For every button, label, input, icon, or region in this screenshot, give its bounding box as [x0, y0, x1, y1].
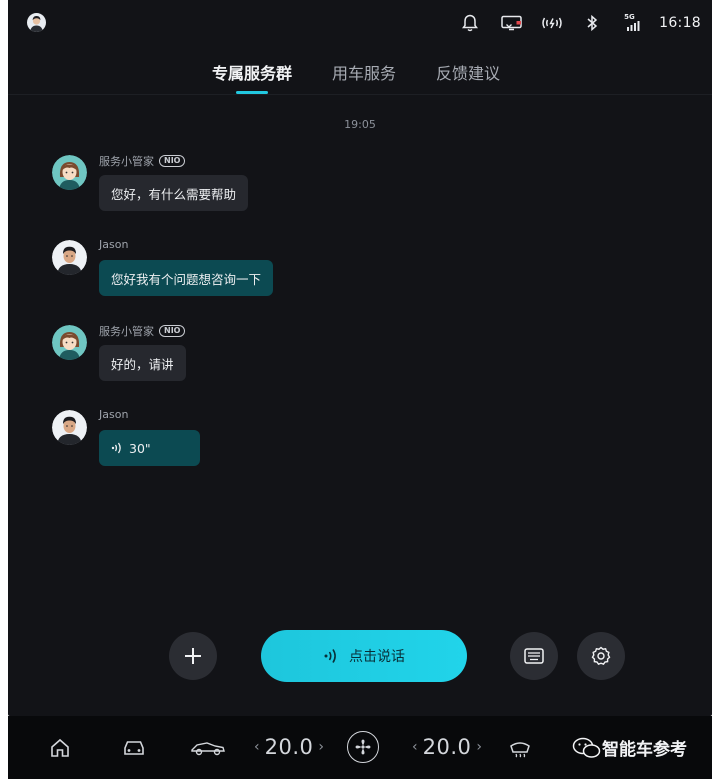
tab-divider: [8, 94, 712, 95]
cellular-5g-icon: 5G: [621, 12, 643, 34]
push-to-talk-label: 点击说话: [349, 649, 405, 665]
tab-car-service[interactable]: 用车服务: [332, 60, 396, 84]
wechat-icon: [572, 737, 601, 758]
fan-icon: [355, 739, 371, 755]
user-avatar[interactable]: [52, 410, 87, 445]
fan-button[interactable]: [347, 731, 379, 763]
assistant-avatar[interactable]: [52, 155, 87, 190]
chat-timestamp: 19:05: [344, 118, 376, 131]
voice-wave-icon: [111, 442, 123, 454]
sender-name: 服务小管家 NIO: [99, 153, 186, 169]
user-avatar[interactable]: [27, 13, 46, 32]
temp-increase-left[interactable]: ›: [318, 739, 324, 755]
sender-name: 服务小管家 NIO: [99, 323, 186, 339]
status-bar: 5G 16:18: [8, 0, 712, 44]
defrost-icon[interactable]: [507, 736, 533, 760]
keyboard-icon: [524, 648, 544, 664]
temp-decrease-left[interactable]: ‹: [254, 739, 260, 755]
user-avatar[interactable]: [52, 240, 87, 275]
wireless-icon[interactable]: [541, 12, 563, 34]
status-icons: 5G 16:18: [441, 12, 701, 34]
message-bubble[interactable]: 您好我有个问题想咨询一下: [99, 260, 274, 296]
sender-name-text: Jason: [99, 238, 129, 251]
temp-decrease-right[interactable]: ‹: [412, 739, 418, 755]
gear-icon: [591, 646, 611, 666]
car-icon[interactable]: [121, 736, 147, 760]
nio-badge: NIO: [159, 325, 186, 337]
right-temperature[interactable]: ‹ 20.0 ›: [412, 735, 482, 759]
tab-bar: 专属服务群 用车服务 反馈建议: [8, 54, 712, 94]
temp-increase-right[interactable]: ›: [476, 739, 482, 755]
sender-name-text: 服务小管家: [99, 325, 154, 338]
bluetooth-icon[interactable]: [581, 12, 603, 34]
tab-exclusive-service[interactable]: 专属服务群: [212, 60, 292, 84]
right-temp-value: 20.0: [422, 735, 472, 759]
nio-badge: NIO: [159, 155, 186, 167]
voice-wave-icon: [323, 648, 339, 664]
sender-name: Jason: [99, 408, 128, 421]
settings-button[interactable]: [577, 632, 625, 680]
vehicle-dock: ‹ 20.0 › ‹ 20.0 › 智能车参考: [8, 716, 712, 779]
app-screen: 5G 16:18 专属服务群 用车服务 反馈建议 19:05 服务小管家 NIO…: [8, 0, 712, 716]
home-icon[interactable]: [48, 736, 72, 760]
clock: 16:18: [659, 15, 701, 31]
car-side-icon[interactable]: [191, 736, 225, 760]
push-to-talk-button[interactable]: 点击说话: [261, 630, 467, 682]
watermark: 智能车参考: [572, 735, 687, 760]
message-bubble[interactable]: 您好，有什么需要帮助: [99, 175, 249, 211]
sender-name-text: 服务小管家: [99, 155, 154, 168]
screen-cast-icon[interactable]: [501, 12, 523, 34]
watermark-text: 智能车参考: [602, 740, 687, 760]
bell-icon[interactable]: [459, 12, 481, 34]
left-temperature[interactable]: ‹ 20.0 ›: [254, 735, 324, 759]
sender-name: Jason: [99, 238, 128, 251]
left-temp-value: 20.0: [264, 735, 314, 759]
assistant-avatar[interactable]: [52, 325, 87, 360]
add-button[interactable]: [169, 632, 217, 680]
message-bubble[interactable]: 好的，请讲: [99, 345, 186, 381]
sender-name-text: Jason: [99, 408, 129, 421]
plus-icon: [185, 648, 201, 664]
tab-feedback[interactable]: 反馈建议: [436, 60, 500, 84]
voice-message-bubble[interactable]: 30": [99, 430, 200, 466]
keyboard-button[interactable]: [510, 632, 558, 680]
voice-duration: 30": [129, 440, 151, 456]
